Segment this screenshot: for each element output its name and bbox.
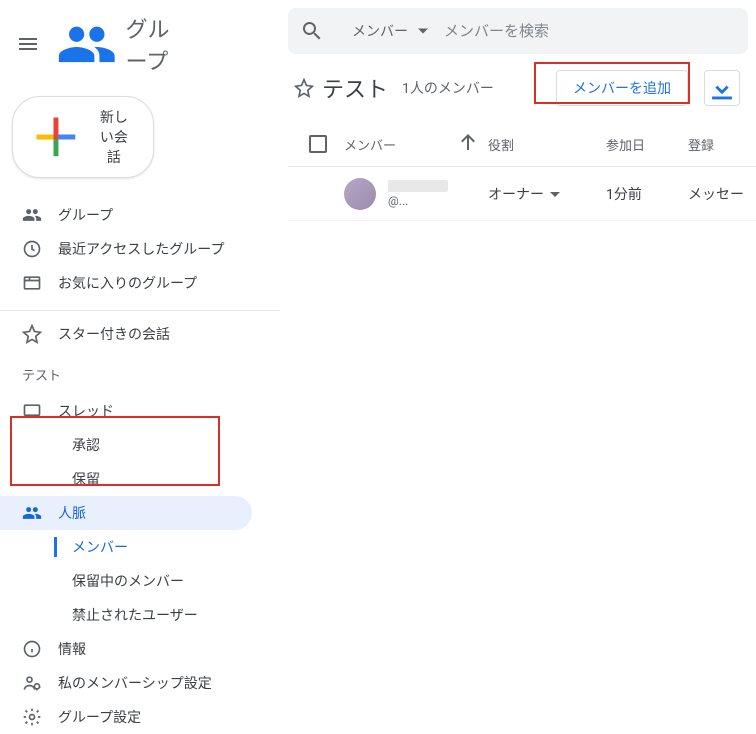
nav-pending-members[interactable]: 保留中のメンバー <box>0 564 252 598</box>
nav-hold[interactable]: 保留 <box>0 462 252 496</box>
info-icon <box>22 639 42 659</box>
nav-groups[interactable]: グループ <box>0 198 252 232</box>
compose-label: 新しい会話 <box>95 107 133 167</box>
add-member-button[interactable]: メンバーを追加 <box>556 70 688 106</box>
nav-favorites[interactable]: お気に入りのグループ <box>0 266 252 300</box>
search-icon[interactable] <box>300 19 324 43</box>
star-icon <box>22 324 42 344</box>
search-input[interactable] <box>444 23 736 40</box>
nav-banned[interactable]: 禁止されたユーザー <box>0 598 252 632</box>
avatar <box>344 178 376 210</box>
nav-members[interactable]: メンバー <box>0 530 252 564</box>
member-count: 1人のメンバー <box>402 78 494 98</box>
nav-my-settings[interactable]: 私のメンバーシップ設定 <box>0 666 252 700</box>
recent-icon <box>22 239 42 259</box>
people-icon <box>22 503 42 523</box>
joined-date: 1分前 <box>606 187 642 203</box>
groups-icon <box>22 205 42 225</box>
subscription: メッセー <box>688 187 744 203</box>
nav-people[interactable]: 人脈 <box>0 496 252 530</box>
role-dropdown[interactable]: オーナー <box>488 184 560 204</box>
menu-icon[interactable] <box>16 32 40 56</box>
nav-group-settings[interactable]: グループ設定 <box>0 700 252 734</box>
page-title: テスト <box>322 72 388 104</box>
favorites-icon <box>22 273 42 293</box>
compose-button[interactable]: 新しい会話 <box>12 96 154 178</box>
nav-starred[interactable]: スター付きの会話 <box>0 317 252 351</box>
table-header: メンバー 役割 参加日 登録 <box>288 122 756 167</box>
download-button[interactable] <box>704 70 740 106</box>
thread-icon <box>22 401 42 421</box>
group-name-label: テスト <box>0 351 280 394</box>
member-email: @... <box>388 194 448 208</box>
nav-threads[interactable]: スレッド <box>0 394 252 428</box>
nav-recent[interactable]: 最近アクセスしたグループ <box>0 232 252 266</box>
table-row[interactable]: @... オーナー 1分前 メッセー <box>288 167 756 221</box>
member-name-redacted <box>388 180 448 192</box>
nav-approve[interactable]: 承認 <box>0 428 252 462</box>
gear-icon <box>22 707 42 727</box>
sort-asc-icon[interactable] <box>456 130 480 158</box>
my-settings-icon <box>22 673 42 693</box>
app-logo[interactable]: グループ <box>52 12 175 76</box>
search-bar[interactable]: メンバー <box>288 8 748 54</box>
star-toggle-icon[interactable] <box>294 78 314 98</box>
select-all-checkbox[interactable] <box>309 135 327 153</box>
search-scope-dropdown[interactable]: メンバー <box>332 15 436 47</box>
nav-about[interactable]: 情報 <box>0 632 252 666</box>
app-name: グループ <box>126 12 175 76</box>
